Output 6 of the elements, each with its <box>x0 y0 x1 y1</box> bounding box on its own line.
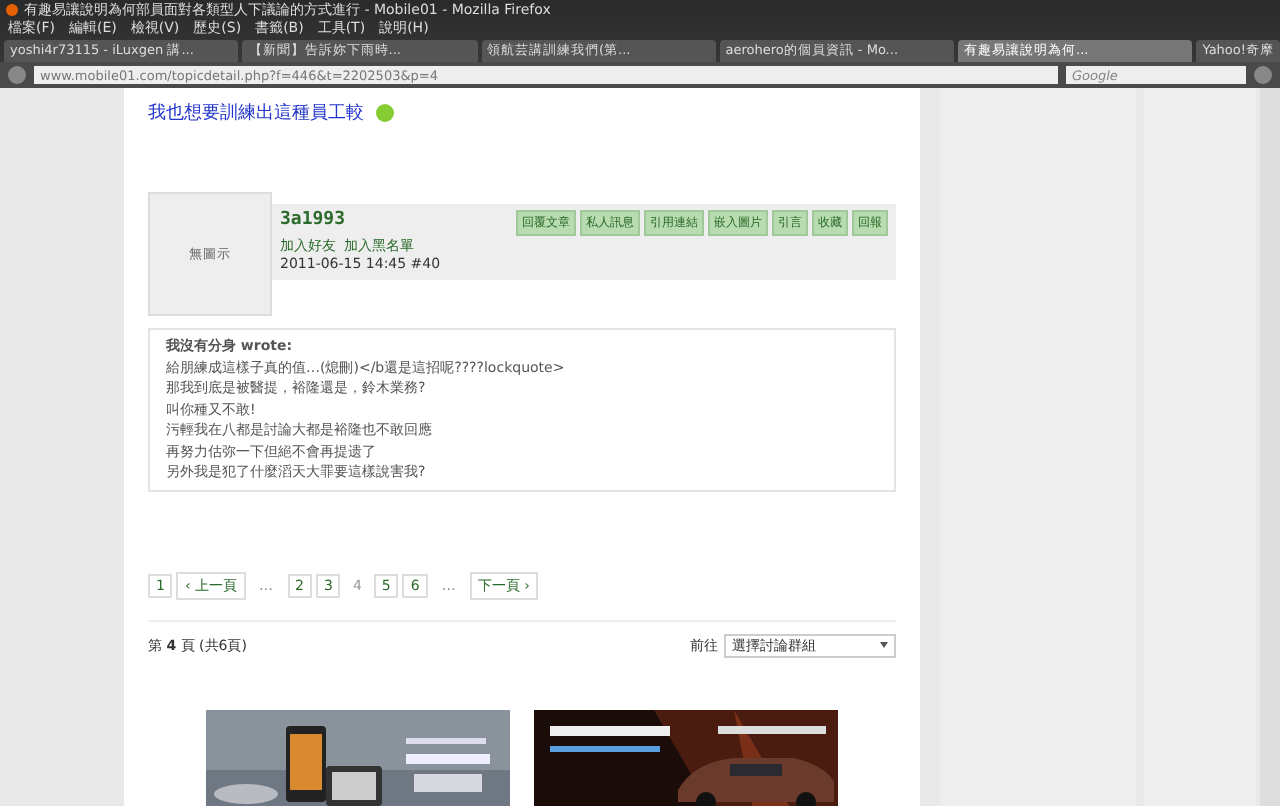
smiley-icon <box>376 104 394 122</box>
username[interactable]: 3a1993 <box>280 210 441 230</box>
scrollbar[interactable] <box>1260 88 1280 806</box>
caret-icon <box>880 642 888 648</box>
post-title: 我也想要訓練出這種員工較 <box>148 101 364 126</box>
browser-logo-icon <box>6 3 18 15</box>
